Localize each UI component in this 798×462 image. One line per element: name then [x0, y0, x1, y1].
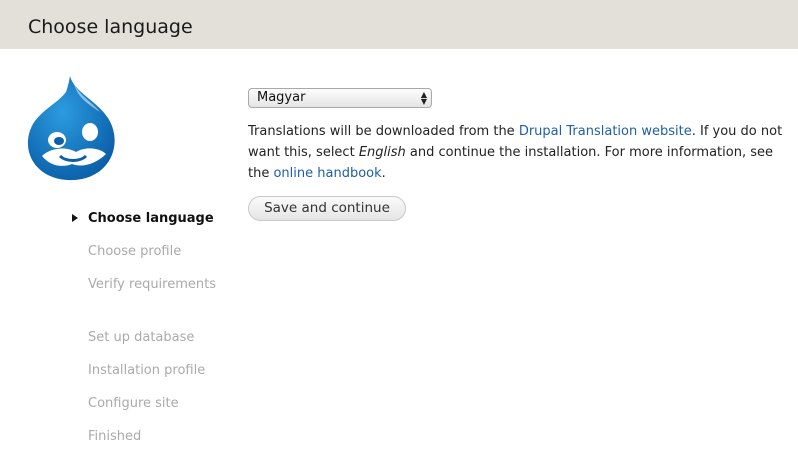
step-verify-requirements: Verify requirements	[88, 277, 217, 292]
step-set-up-database: Set up database	[88, 330, 195, 345]
page-header: Choose language	[0, 0, 798, 49]
language-select-value: Magyar	[257, 90, 306, 105]
select-arrows-icon: ▲ ▼	[420, 90, 427, 106]
english-emphasis: English	[358, 145, 406, 160]
description-text: Translations will be downloaded from the	[248, 124, 519, 139]
step-choose-language: Choose language	[88, 211, 214, 226]
language-select[interactable]: Magyar ▲ ▼	[248, 88, 432, 108]
online-handbook-link[interactable]: online handbook	[273, 166, 381, 181]
drupal-logo-icon	[26, 74, 120, 182]
step-configure-site: Configure site	[88, 396, 179, 411]
translation-description: Translations will be downloaded from the…	[248, 121, 793, 184]
current-step-arrow-icon	[72, 214, 78, 222]
save-and-continue-button[interactable]: Save and continue	[248, 196, 406, 221]
step-installation-profile: Installation profile	[88, 363, 206, 378]
drupal-translation-link[interactable]: Drupal Translation website	[519, 124, 692, 139]
step-finished: Finished	[88, 429, 142, 444]
description-text: .	[381, 166, 386, 181]
page-title: Choose language	[28, 16, 193, 38]
step-choose-profile: Choose profile	[88, 244, 182, 259]
